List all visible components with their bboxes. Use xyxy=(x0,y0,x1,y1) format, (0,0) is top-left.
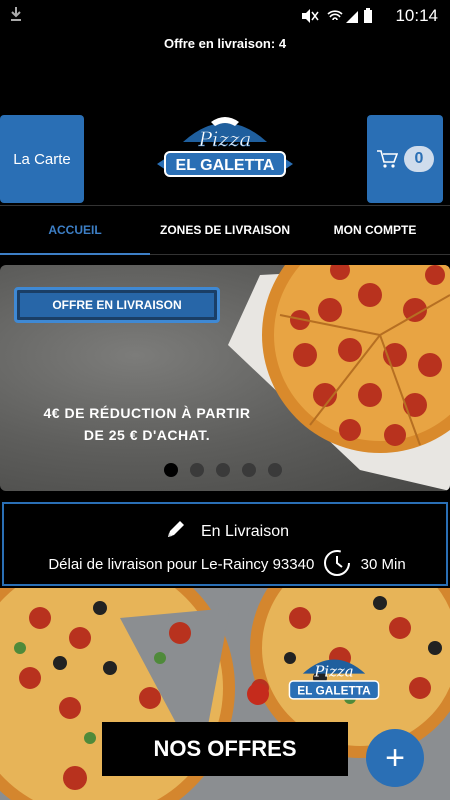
delivery-time-value: 30 Min xyxy=(360,556,406,573)
add-fab-button[interactable]: + xyxy=(366,729,424,787)
promo-line-1: 4€ DE RÉDUCTION À PARTIR xyxy=(43,405,251,421)
delivery-area-text: Délai de livraison pour Le-Raincy 93340 xyxy=(48,556,315,573)
offer-banner-carousel[interactable]: OFFRE EN LIVRAISON 4€ DE RÉDUCTION À PAR… xyxy=(0,265,450,491)
carousel-dot[interactable] xyxy=(190,463,204,477)
svg-text:EL GALETTA: EL GALETTA xyxy=(176,157,275,174)
tab-mon-compte[interactable]: MON COMPTE xyxy=(300,206,450,254)
status-icons xyxy=(302,8,372,23)
plus-icon: + xyxy=(385,738,405,777)
delivery-mode-row: En Livraison xyxy=(4,518,450,541)
status-time: 10:14 xyxy=(395,6,438,25)
offer-count-text: Offre en livraison: 4 xyxy=(163,36,287,51)
tab-zones-de-livraison[interactable]: ZONES DE LIVRAISON xyxy=(150,206,300,254)
download-icon xyxy=(11,7,21,21)
battery-icon xyxy=(364,8,372,23)
offre-en-livraison-badge: OFFRE EN LIVRAISON xyxy=(14,287,220,323)
cart-button[interactable]: 0 xyxy=(367,115,443,203)
tab-bar: ACCUEIL ZONES DE LIVRAISON MON COMPTE xyxy=(0,205,450,255)
nos-offres-button[interactable]: NOS OFFRES xyxy=(102,722,348,776)
carousel-dot[interactable] xyxy=(216,463,230,477)
promo-text: 4€ DE RÉDUCTION À PARTIR DE 25 € D'ACHAT… xyxy=(22,402,272,446)
el-galetta-logo-small: Pizza EL GALETTA xyxy=(288,659,380,700)
carousel-dot[interactable] xyxy=(164,463,178,477)
signal-icon xyxy=(346,11,358,23)
promo-line-2: DE 25 € D'ACHAT. xyxy=(83,427,211,443)
pizza-box-image xyxy=(228,265,450,491)
status-bar: 10:14 xyxy=(0,0,450,32)
mute-icon xyxy=(302,9,319,23)
delivery-info-box[interactable]: En Livraison Délai de livraison pour Le-… xyxy=(2,502,448,586)
el-galetta-logo: Pizza EL GALETTA xyxy=(157,117,293,177)
delivery-time-row: Délai de livraison pour Le-Raincy 93340 … xyxy=(4,548,450,578)
carousel-dot[interactable] xyxy=(242,463,256,477)
la-carte-button[interactable]: La Carte xyxy=(0,115,84,203)
svg-text:Pizza: Pizza xyxy=(313,663,353,681)
carousel-dot[interactable] xyxy=(268,463,282,477)
clock-icon xyxy=(324,550,351,576)
svg-text:EL GALETTA: EL GALETTA xyxy=(297,683,371,697)
pencil-icon xyxy=(167,521,184,537)
cart-icon xyxy=(377,150,398,168)
tab-accueil[interactable]: ACCUEIL xyxy=(0,206,150,255)
carousel-indicators xyxy=(164,463,282,477)
cart-count-badge: 0 xyxy=(404,146,434,172)
svg-text:Pizza: Pizza xyxy=(198,127,252,151)
delivery-mode-label: En Livraison xyxy=(200,523,290,540)
wifi-icon xyxy=(327,10,343,21)
